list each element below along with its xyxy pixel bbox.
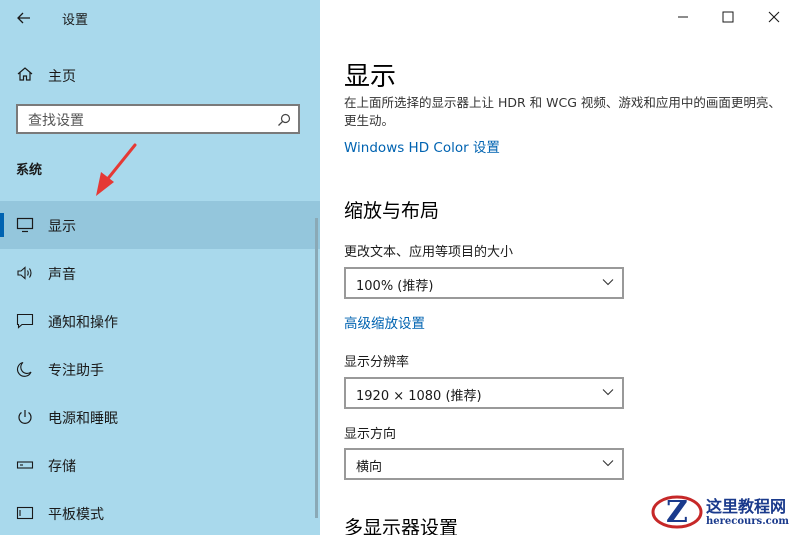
watermark-logo-icon: Z (651, 495, 703, 530)
resolution-label: 显示分辨率 (344, 355, 410, 370)
orientation-value: 横向 (356, 460, 383, 475)
sidebar-item-storage[interactable]: 存储 (0, 441, 320, 489)
moon-icon (16, 361, 34, 377)
notification-icon (16, 313, 34, 329)
sidebar-item-tablet-mode[interactable]: 平板模式 (0, 489, 320, 535)
maximize-icon (722, 11, 734, 23)
sidebar-item-power-sleep[interactable]: 电源和睡眠 (0, 393, 320, 441)
sidebar: 设置 主页 系统 显示 (0, 0, 320, 535)
close-button[interactable] (751, 0, 797, 34)
scale-layout-heading: 缩放与布局 (344, 200, 440, 222)
advanced-scaling-link[interactable]: 高级缩放设置 (344, 312, 425, 332)
sidebar-item-label: 主页 (48, 69, 76, 85)
storage-icon (16, 457, 34, 473)
back-arrow-icon (17, 12, 30, 24)
multi-display-heading: 多显示器设置 (344, 517, 459, 535)
watermark: Z 这里教程网 herecours.com (650, 490, 797, 535)
home-icon (16, 66, 34, 82)
watermark-title: 这里教程网 (706, 497, 787, 516)
orientation-dropdown[interactable]: 横向 (344, 448, 624, 480)
nav-list: 显示 声音 通知和操作 专注助手 电源和睡眠 存储 平板模式 (0, 201, 320, 535)
sidebar-item-label: 存储 (48, 459, 76, 475)
maximize-button[interactable] (705, 0, 751, 34)
chevron-down-icon (602, 278, 614, 286)
resolution-value: 1920 × 1080 (推荐) (356, 389, 482, 404)
section-header: 系统 (16, 163, 43, 178)
hdr-description: 在上面所选择的显示器上让 HDR 和 WCG 视频、游戏和应用中的画面更明亮、更… (344, 95, 781, 128)
minimize-icon (677, 11, 689, 23)
hdr-color-settings-link[interactable]: Windows HD Color 设置 (344, 136, 500, 156)
sidebar-scrollbar[interactable] (315, 218, 318, 518)
tablet-icon (16, 505, 34, 521)
back-button[interactable] (10, 6, 38, 30)
sidebar-item-home[interactable]: 主页 (0, 58, 320, 90)
power-icon (16, 409, 34, 425)
app-title: 设置 (62, 13, 89, 28)
svg-text:Z: Z (666, 495, 688, 530)
sidebar-item-label: 声音 (48, 267, 76, 283)
orientation-label: 显示方向 (344, 427, 397, 442)
sidebar-item-sound[interactable]: 声音 (0, 249, 320, 297)
sidebar-item-focus-assist[interactable]: 专注助手 (0, 345, 320, 393)
scale-value: 100% (推荐) (356, 279, 434, 294)
sidebar-item-label: 平板模式 (48, 507, 104, 523)
main-content: 显示 在上面所选择的显示器上让 HDR 和 WCG 视频、游戏和应用中的画面更明… (320, 0, 797, 535)
watermark-url: herecours.com (706, 516, 790, 527)
sidebar-item-label: 电源和睡眠 (48, 411, 118, 427)
speaker-icon (16, 265, 34, 281)
monitor-icon (16, 217, 34, 233)
resolution-dropdown[interactable]: 1920 × 1080 (推荐) (344, 377, 624, 409)
search-input[interactable] (26, 110, 270, 132)
scale-dropdown[interactable]: 100% (推荐) (344, 267, 624, 299)
sidebar-item-label: 显示 (48, 219, 76, 235)
sidebar-item-notifications[interactable]: 通知和操作 (0, 297, 320, 345)
close-icon (768, 11, 780, 23)
search-box[interactable] (16, 104, 300, 134)
minimize-button[interactable] (660, 0, 706, 34)
sidebar-item-label: 通知和操作 (48, 315, 118, 331)
page-title: 显示 (344, 62, 397, 92)
sidebar-item-label: 专注助手 (48, 363, 104, 379)
search-icon[interactable] (276, 112, 292, 128)
chevron-down-icon (602, 388, 614, 396)
scale-label: 更改文本、应用等项目的大小 (344, 245, 514, 260)
chevron-down-icon (602, 459, 614, 467)
sidebar-item-display[interactable]: 显示 (0, 201, 320, 249)
